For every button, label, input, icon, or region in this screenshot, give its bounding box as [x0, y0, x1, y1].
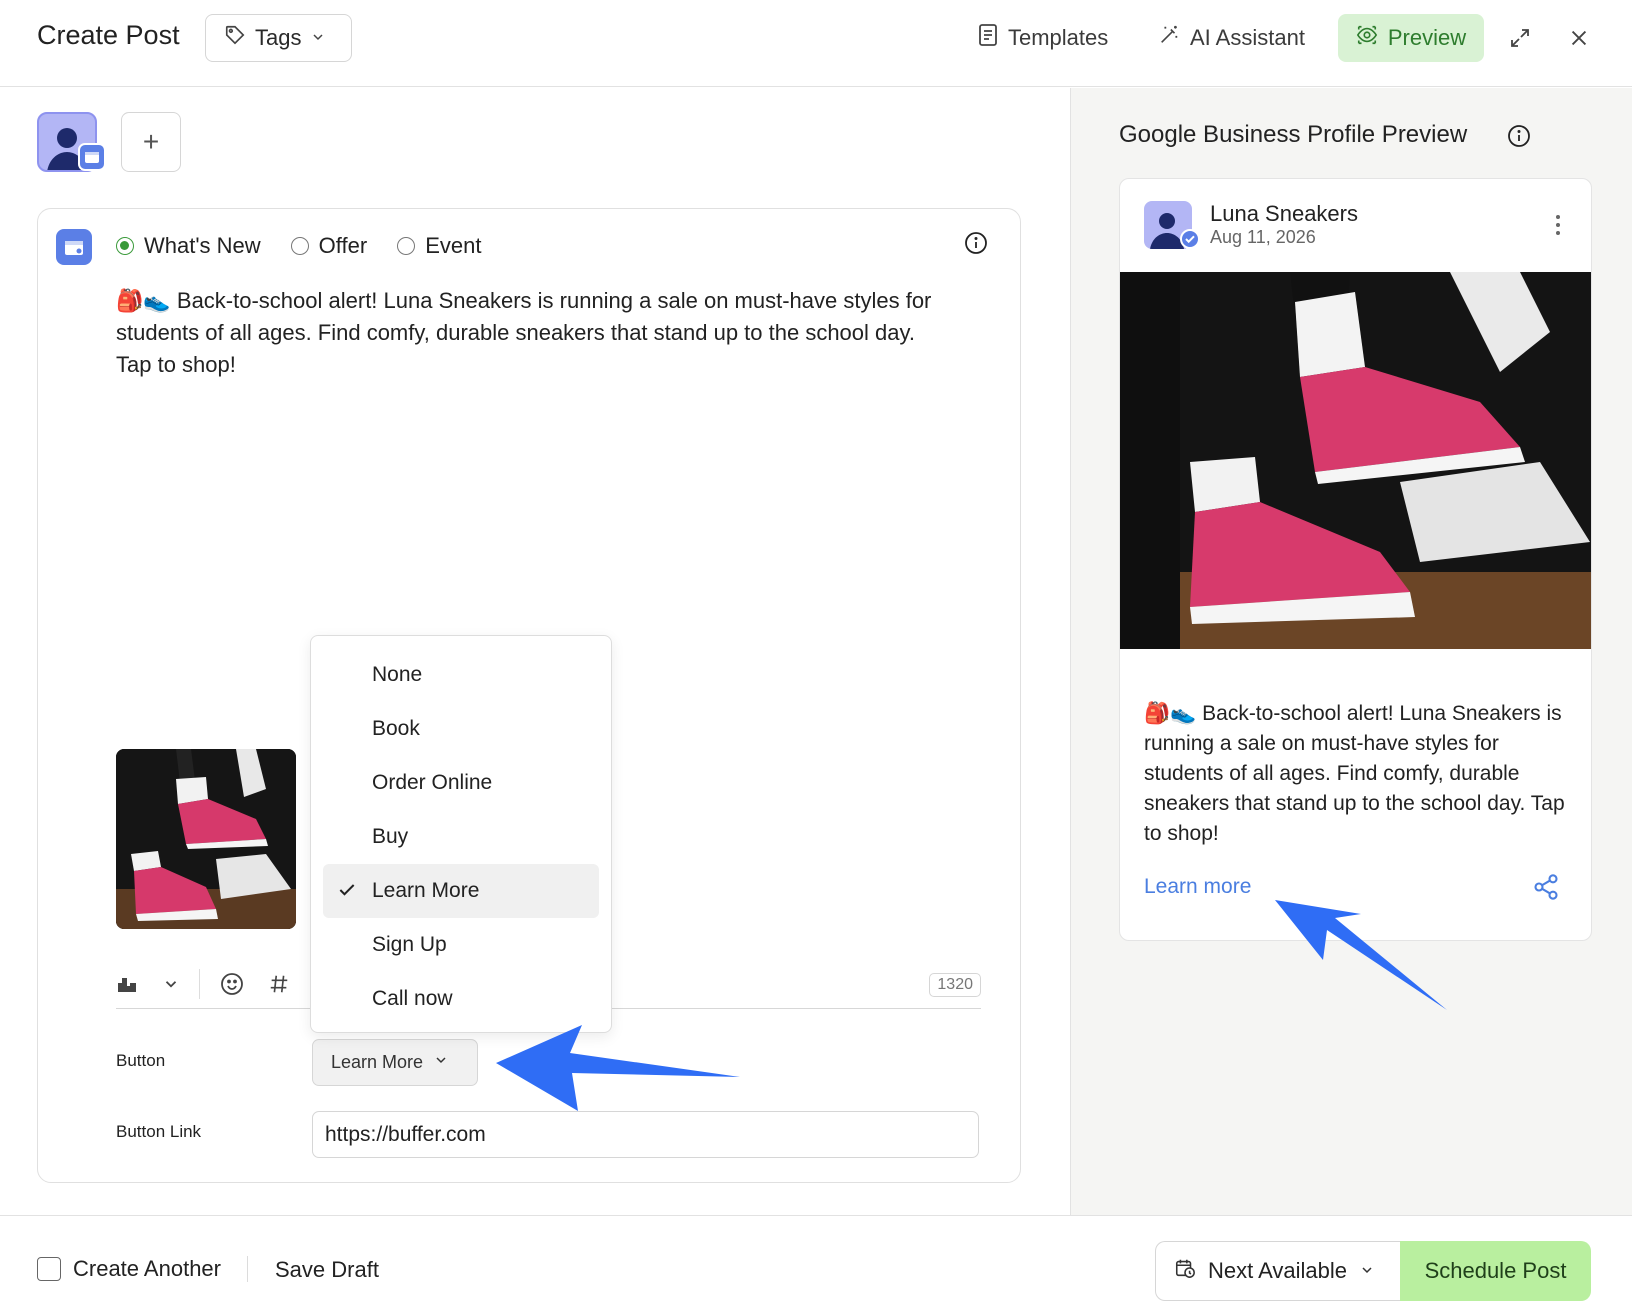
post-type-label: Offer — [318, 233, 368, 258]
learn-more-link[interactable]: Learn more — [1144, 875, 1251, 899]
tags-button[interactable]: Tags — [205, 14, 352, 62]
option-label: Call now — [372, 987, 453, 1010]
post-type-offer[interactable]: Offer — [290, 233, 368, 259]
image-icon[interactable] — [116, 971, 138, 997]
radio[interactable] — [290, 237, 309, 255]
header: Create Post Tags Templates AI Assistant … — [0, 0, 1632, 87]
plus-icon: + — [142, 126, 160, 157]
next-available-select[interactable]: Next Available — [1155, 1241, 1401, 1301]
ai-assistant-label: AI Assistant — [1190, 25, 1305, 50]
divider — [247, 1256, 248, 1282]
option-label: Sign Up — [372, 933, 447, 956]
magic-wand-icon — [1158, 24, 1180, 52]
button-label: Button — [116, 1051, 166, 1070]
dropdown-option-call-now[interactable]: Call now — [323, 972, 599, 1026]
check-icon — [337, 880, 357, 906]
account-name: Luna Sneakers — [1210, 201, 1358, 226]
chevron-down-icon — [1359, 1258, 1375, 1284]
button-type-select[interactable]: Learn More — [312, 1039, 478, 1086]
templates-label: Templates — [1008, 25, 1109, 50]
post-type-selector: What's New Offer Event — [116, 233, 481, 259]
dropdown-option-book[interactable]: Book — [323, 702, 599, 756]
preview-label: Preview — [1387, 25, 1467, 50]
preview-card: Luna Sneakers Aug 11, 2026 🎒👟 Back-to-sc… — [1119, 178, 1592, 941]
schedule-post-button[interactable]: Schedule Post — [1400, 1241, 1591, 1301]
gbp-badge-icon — [78, 143, 106, 171]
option-label: Learn More — [372, 879, 480, 902]
post-type-label: What's New — [144, 233, 261, 258]
button-link-input[interactable] — [312, 1111, 979, 1158]
toolbar-divider — [199, 969, 200, 999]
button-link-label: Button Link — [116, 1122, 202, 1141]
button-type-dropdown: None Book Order Online Buy Learn More Si… — [310, 635, 612, 1033]
preview-button[interactable]: Preview — [1338, 14, 1484, 62]
next-available-label: Next Available — [1208, 1258, 1348, 1283]
dropdown-option-order-online[interactable]: Order Online — [323, 756, 599, 810]
page-title: Create Post — [37, 20, 180, 50]
calendar-clock-icon — [1174, 1257, 1196, 1285]
chevron-down-icon — [433, 1052, 449, 1073]
button-type-value: Learn More — [331, 1052, 424, 1072]
footer: Create Another Save Draft Next Available… — [0, 1215, 1632, 1312]
option-label: None — [372, 663, 423, 686]
info-icon[interactable] — [1507, 124, 1531, 153]
share-icon[interactable] — [1532, 873, 1560, 906]
option-label: Book — [372, 717, 420, 740]
ai-assistant-button[interactable]: AI Assistant — [1158, 14, 1305, 62]
option-label: Buy — [372, 825, 409, 848]
eye-icon — [1356, 24, 1378, 52]
post-text-area[interactable]: 🎒👟 Back-to-school alert! Luna Sneakers i… — [116, 285, 946, 381]
create-another-checkbox[interactable] — [37, 1257, 61, 1281]
save-draft-button[interactable]: Save Draft — [275, 1257, 379, 1283]
add-channel-button[interactable]: + — [121, 112, 181, 172]
dropdown-option-sign-up[interactable]: Sign Up — [323, 918, 599, 972]
preview-title: Google Business Profile Preview — [1119, 121, 1468, 148]
radio[interactable] — [397, 237, 416, 255]
hashtag-icon[interactable] — [268, 971, 290, 997]
media-thumbnail[interactable] — [116, 749, 296, 929]
info-icon[interactable] — [964, 231, 988, 260]
tag-icon — [224, 24, 246, 52]
tags-label: Tags — [255, 25, 302, 50]
preview-post-text: 🎒👟 Back-to-school alert! Luna Sneakers i… — [1144, 702, 1565, 845]
expand-icon[interactable] — [1508, 14, 1534, 62]
post-type-event[interactable]: Event — [397, 233, 481, 259]
chevron-down-icon — [310, 25, 326, 51]
option-label: Order Online — [372, 771, 493, 794]
template-icon — [978, 24, 998, 52]
radio-selected[interactable] — [116, 237, 134, 255]
more-vertical-icon[interactable] — [1554, 213, 1562, 242]
chevron-down-icon[interactable] — [162, 971, 180, 997]
character-counter: 1320 — [929, 973, 981, 997]
post-type-label: Event — [425, 233, 482, 258]
templates-button[interactable]: Templates — [978, 14, 1108, 62]
verified-badge-icon — [1180, 229, 1200, 249]
emoji-icon[interactable] — [220, 971, 244, 997]
post-type-whats-new[interactable]: What's New — [116, 233, 261, 259]
create-another-label[interactable]: Create Another — [73, 1256, 221, 1282]
dropdown-option-buy[interactable]: Buy — [323, 810, 599, 864]
post-date: Aug 11, 2026 — [1210, 227, 1316, 247]
preview-image — [1120, 272, 1591, 649]
dropdown-option-none[interactable]: None — [323, 648, 599, 702]
close-icon[interactable] — [1568, 14, 1592, 62]
google-business-icon — [56, 229, 92, 265]
dropdown-option-learn-more[interactable]: Learn More — [323, 864, 599, 918]
